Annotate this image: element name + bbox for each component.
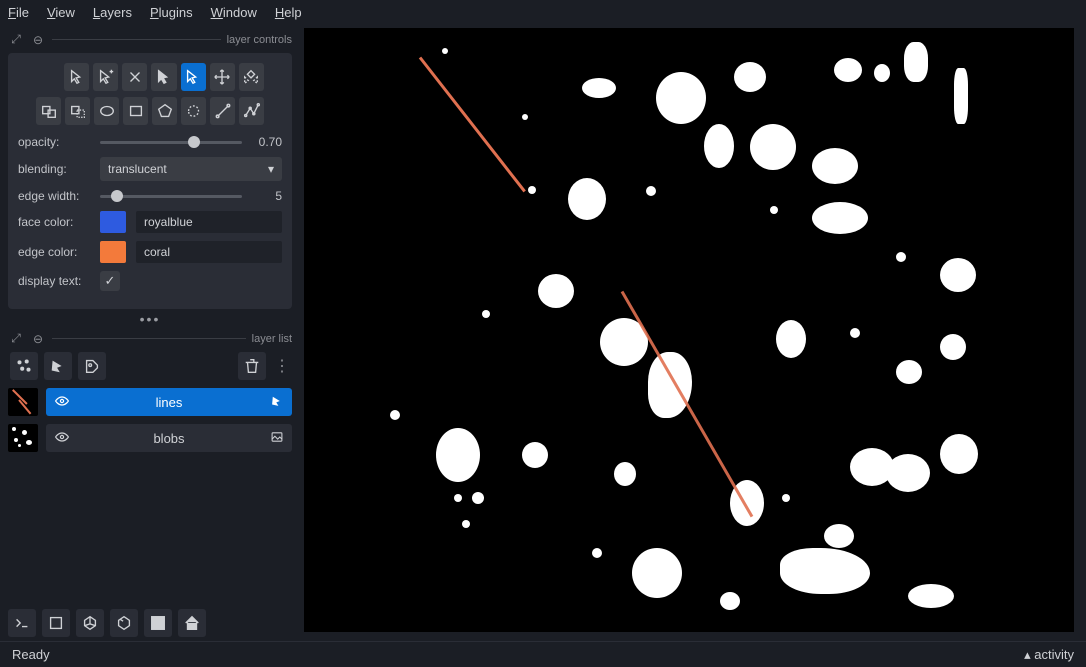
menubar: File View Layers Plugins Window Help (0, 0, 1086, 24)
canvas[interactable] (304, 28, 1074, 632)
edgewidth-row: edge width: 5 (18, 189, 282, 203)
shape-tools (18, 63, 282, 125)
layer-name: blobs (153, 431, 184, 446)
facecolor-row: face color: royalblue (18, 211, 282, 233)
edgecolor-swatch[interactable] (100, 241, 126, 263)
status-bar: Ready ▴ activity (0, 641, 1086, 667)
canvas-area (300, 24, 1086, 636)
facecolor-swatch[interactable] (100, 211, 126, 233)
layer-thumb (8, 424, 38, 452)
blending-value: translucent (108, 162, 167, 176)
blending-row: blending: translucent ▾ (18, 157, 282, 181)
facecolor-label: face color: (18, 215, 90, 229)
blending-label: blending: (18, 162, 90, 176)
visibility-icon[interactable] (54, 429, 70, 448)
layer-list-header: ⤢ ⊖ layer list (8, 331, 292, 346)
blending-select[interactable]: translucent ▾ (100, 157, 282, 181)
menu-help[interactable]: Help (275, 5, 302, 20)
viewer-buttons (8, 609, 206, 637)
new-shapes-layer[interactable] (44, 352, 72, 380)
shapes-icon (270, 394, 284, 411)
close-icon[interactable]: ⊖ (30, 332, 46, 346)
displaytext-label: display text: (18, 274, 90, 288)
opacity-label: opacity: (18, 135, 90, 149)
menu-file[interactable]: File (8, 5, 29, 20)
displaytext-checkbox[interactable]: ✓ (100, 271, 120, 291)
layer-list-label: layer list (252, 333, 292, 345)
edgewidth-slider[interactable] (100, 189, 242, 203)
sidebar: ⤢ ⊖ layer controls (0, 24, 300, 636)
menu-plugins[interactable]: Plugins (150, 5, 193, 20)
new-labels-layer[interactable] (78, 352, 106, 380)
tool-rectangle-outline[interactable] (65, 97, 90, 125)
opacity-slider[interactable] (100, 135, 242, 149)
tool-delete-vertex[interactable] (122, 63, 147, 91)
close-icon[interactable]: ⊖ (30, 33, 46, 47)
roll-button[interactable] (76, 609, 104, 637)
edgecolor-field[interactable]: coral (136, 241, 282, 263)
tool-rectangle-filled[interactable] (36, 97, 61, 125)
tool-select[interactable] (181, 63, 206, 91)
menu-window[interactable]: Window (211, 5, 257, 20)
tool-move[interactable] (210, 63, 235, 91)
console-button[interactable] (8, 609, 36, 637)
popout-icon[interactable]: ⤢ (8, 331, 24, 346)
tool-add-vertex[interactable] (93, 63, 118, 91)
layer-thumb (8, 388, 38, 416)
status-text: Ready (12, 647, 50, 662)
opacity-row: opacity: 0.70 (18, 135, 282, 149)
layer-name: lines (156, 395, 183, 410)
panel-resize-handle[interactable]: ••• (8, 311, 292, 327)
tool-polygon[interactable] (152, 97, 177, 125)
tool-ellipse[interactable] (94, 97, 119, 125)
displaytext-row: display text: ✓ (18, 271, 282, 291)
layer-controls-panel: opacity: 0.70 blending: translucent ▾ edg… (8, 53, 292, 309)
tool-lasso[interactable] (181, 97, 206, 125)
edgecolor-row: edge color: coral (18, 241, 282, 263)
layer-row-blobs[interactable]: blobs (8, 422, 292, 454)
home-button[interactable] (178, 609, 206, 637)
tool-line[interactable] (210, 97, 235, 125)
facecolor-field[interactable]: royalblue (136, 211, 282, 233)
popout-icon[interactable]: ⤢ (8, 32, 24, 47)
layer-bar[interactable]: lines (46, 388, 292, 416)
tool-rect[interactable] (123, 97, 148, 125)
ndisplay-button[interactable] (42, 609, 70, 637)
image-icon (270, 430, 284, 447)
layer-list-toolbar: ⋮ (8, 352, 292, 386)
edgecolor-label: edge color: (18, 245, 90, 259)
new-points-layer[interactable] (10, 352, 38, 380)
transpose-button[interactable] (110, 609, 138, 637)
layer-controls-header: ⤢ ⊖ layer controls (8, 32, 292, 47)
layer-bar[interactable]: blobs (46, 424, 292, 452)
grid-button[interactable] (144, 609, 172, 637)
tool-select-arrow[interactable] (64, 63, 89, 91)
chevron-down-icon: ▾ (268, 162, 274, 176)
edgewidth-value: 5 (252, 189, 282, 203)
edgewidth-label: edge width: (18, 189, 90, 203)
activity-indicator[interactable]: ▴ activity (1024, 647, 1074, 663)
more-icon[interactable]: ⋮ (274, 356, 290, 376)
layer-row-lines[interactable]: lines (8, 386, 292, 418)
tool-path[interactable] (239, 97, 264, 125)
visibility-icon[interactable] (54, 393, 70, 412)
tool-transform[interactable] (239, 63, 264, 91)
menu-view[interactable]: View (47, 5, 75, 20)
opacity-value: 0.70 (252, 135, 282, 149)
layer-controls-label: layer controls (227, 34, 292, 46)
tool-direct-select[interactable] (151, 63, 176, 91)
menu-layers[interactable]: Layers (93, 5, 132, 20)
delete-layer[interactable] (238, 352, 266, 380)
